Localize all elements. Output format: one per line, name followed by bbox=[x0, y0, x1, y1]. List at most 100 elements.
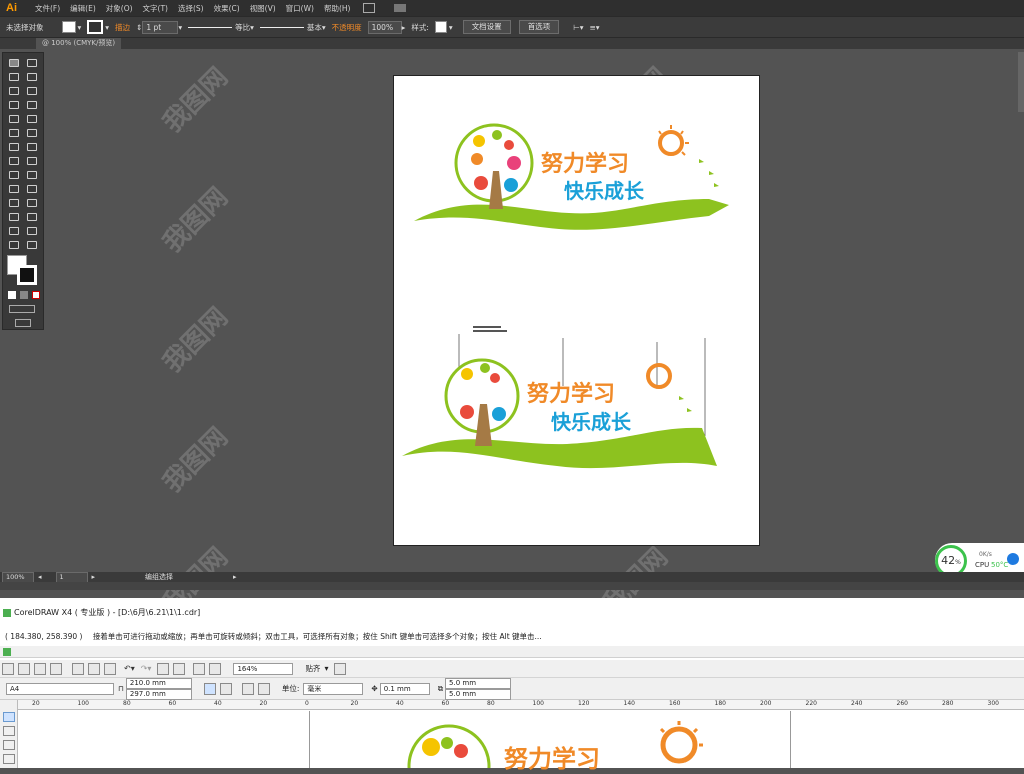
gradient-mode-icon[interactable] bbox=[20, 291, 28, 299]
opacity-field[interactable]: 100% ▸ bbox=[367, 20, 405, 34]
stroke-color-swatch[interactable] bbox=[17, 265, 37, 285]
page-nav-prev-icon[interactable]: ◂ bbox=[38, 573, 42, 581]
horizontal-scrollbar[interactable] bbox=[0, 582, 1024, 590]
duplicate-x-field[interactable]: 5.0 mm bbox=[445, 677, 512, 689]
rectangle-tool-icon[interactable] bbox=[27, 101, 37, 109]
zoom-tool-icon[interactable] bbox=[3, 754, 15, 764]
export-icon[interactable] bbox=[173, 662, 186, 675]
crop-tool-icon[interactable] bbox=[3, 740, 15, 750]
drawing-mode-icon[interactable] bbox=[9, 305, 35, 313]
options-icon[interactable] bbox=[334, 662, 347, 675]
lasso-tool-icon[interactable] bbox=[27, 73, 37, 81]
portrait-icon[interactable] bbox=[203, 682, 216, 695]
new-document-icon[interactable] bbox=[2, 662, 14, 675]
style-swatch[interactable]: ▾ bbox=[434, 21, 453, 33]
snap-dropdown-icon[interactable]: ▾ bbox=[324, 664, 328, 673]
color-mode-icon[interactable] bbox=[8, 291, 16, 299]
stroke-swatch[interactable]: ▾ bbox=[87, 20, 109, 34]
nudge-distance-field[interactable]: 0.1 mm bbox=[379, 682, 430, 695]
zoom-level-select[interactable]: 164% bbox=[233, 662, 294, 675]
menu-view[interactable]: 视图(V) bbox=[250, 3, 276, 14]
column-graph-tool-icon[interactable] bbox=[27, 213, 37, 221]
application-launcher-icon[interactable] bbox=[193, 662, 206, 675]
copy-icon[interactable] bbox=[88, 662, 100, 675]
status-arrow-icon[interactable]: ▸ bbox=[233, 573, 237, 581]
page-height-field[interactable]: 297.0 mm bbox=[125, 688, 192, 700]
redo-icon[interactable]: ↷▾ bbox=[141, 664, 152, 673]
document-tab[interactable]: @ 100% (CMYK/预览) bbox=[36, 38, 122, 49]
current-page-icon[interactable] bbox=[257, 682, 270, 695]
free-transform-tool-icon[interactable] bbox=[27, 157, 37, 165]
direct-selection-tool-icon[interactable] bbox=[27, 59, 37, 67]
selection-tool-icon[interactable] bbox=[9, 59, 19, 67]
bridge-icon[interactable] bbox=[363, 3, 376, 13]
eraser-tool-icon[interactable] bbox=[27, 129, 37, 137]
page-width-field[interactable]: 210.0 mm bbox=[125, 677, 192, 689]
snap-to-menu[interactable]: 贴齐 bbox=[305, 663, 320, 674]
cut-icon[interactable] bbox=[72, 662, 84, 675]
print-icon[interactable] bbox=[50, 662, 62, 675]
pick-tool-icon[interactable] bbox=[3, 712, 15, 722]
symbol-sprayer-tool-icon[interactable] bbox=[9, 213, 19, 221]
blend-tool-icon[interactable] bbox=[27, 199, 37, 207]
duplicate-y-field[interactable]: 5.0 mm bbox=[445, 688, 512, 700]
zoom-tool-icon[interactable] bbox=[27, 241, 37, 249]
align-icon[interactable]: ⊢▾ bbox=[573, 23, 583, 32]
preferences-button[interactable]: 首选项 bbox=[518, 20, 560, 34]
screen-mode-icon[interactable] bbox=[15, 319, 31, 327]
vertical-scrollbar[interactable] bbox=[1018, 52, 1024, 112]
variable-width-profile[interactable]: 等比 ▾ bbox=[188, 22, 254, 33]
hand-tool-icon[interactable] bbox=[9, 241, 19, 249]
undo-icon[interactable]: ↶▾ bbox=[124, 664, 135, 673]
artboard[interactable]: 努力学习 快乐成长 努力学习 快乐成长 bbox=[393, 75, 760, 546]
rotate-tool-icon[interactable] bbox=[9, 143, 19, 151]
shape-tool-icon[interactable] bbox=[3, 726, 15, 736]
menu-object[interactable]: 对象(O) bbox=[106, 3, 133, 14]
document-setup-button[interactable]: 文档设置 bbox=[462, 20, 511, 34]
paste-icon[interactable] bbox=[104, 662, 116, 675]
open-icon[interactable] bbox=[18, 662, 30, 675]
scale-tool-icon[interactable] bbox=[27, 143, 37, 151]
type-tool-icon[interactable] bbox=[27, 87, 37, 95]
menu-effect[interactable]: 效果(C) bbox=[214, 3, 240, 14]
magic-wand-tool-icon[interactable] bbox=[9, 73, 19, 81]
artboard-tool-icon[interactable] bbox=[9, 227, 19, 235]
line-tool-icon[interactable] bbox=[9, 101, 19, 109]
gradient-tool-icon[interactable] bbox=[27, 185, 37, 193]
opacity-label[interactable]: 不透明度 bbox=[332, 22, 362, 33]
menu-edit[interactable]: 编辑(E) bbox=[70, 3, 96, 14]
horizontal-ruler[interactable]: 20 100 80 60 40 20 0 20 40 60 80 100 120 140 160 180 200… bbox=[18, 700, 1024, 710]
perspective-grid-tool-icon[interactable] bbox=[27, 171, 37, 179]
artboard-field[interactable]: 1 bbox=[55, 571, 88, 583]
eyedropper-tool-icon[interactable] bbox=[9, 199, 19, 207]
menu-type[interactable]: 文字(T) bbox=[143, 3, 168, 14]
menu-help[interactable]: 帮助(H) bbox=[324, 3, 351, 14]
zoom-field[interactable]: 100% bbox=[2, 571, 34, 583]
save-icon[interactable] bbox=[34, 662, 46, 675]
menu-file[interactable]: 文件(F) bbox=[35, 3, 60, 14]
fill-swatch[interactable]: ▾ bbox=[61, 21, 81, 33]
welcome-screen-icon[interactable] bbox=[209, 662, 222, 675]
shape-builder-tool-icon[interactable] bbox=[9, 171, 19, 179]
paintbrush-tool-icon[interactable] bbox=[9, 115, 19, 123]
page-size-select[interactable]: A4 bbox=[6, 682, 114, 695]
arrange-documents-icon[interactable] bbox=[394, 4, 407, 12]
units-select[interactable]: 毫米 bbox=[303, 682, 364, 695]
menu-window[interactable]: 窗口(W) bbox=[286, 3, 314, 14]
pen-tool-icon[interactable] bbox=[9, 87, 19, 95]
page-nav-next-icon[interactable]: ▸ bbox=[92, 573, 96, 581]
blob-brush-tool-icon[interactable] bbox=[9, 129, 19, 137]
landscape-icon[interactable] bbox=[219, 682, 232, 695]
stroke-weight-field[interactable]: ⇕ 1 pt ▾ bbox=[136, 20, 182, 34]
brush-definition[interactable]: 基本 ▾ bbox=[259, 22, 326, 33]
panel-menu-icon[interactable]: ≡▾ bbox=[590, 23, 600, 32]
mesh-tool-icon[interactable] bbox=[9, 185, 19, 193]
slice-tool-icon[interactable] bbox=[27, 227, 37, 235]
coreldraw-canvas[interactable]: 努力学习 bbox=[19, 711, 1024, 773]
width-tool-icon[interactable] bbox=[9, 157, 19, 165]
none-mode-icon[interactable] bbox=[32, 291, 40, 299]
menu-select[interactable]: 选择(S) bbox=[178, 3, 204, 14]
stroke-label[interactable]: 描边 bbox=[115, 22, 130, 33]
import-icon[interactable] bbox=[157, 662, 170, 675]
pencil-tool-icon[interactable] bbox=[27, 115, 37, 123]
